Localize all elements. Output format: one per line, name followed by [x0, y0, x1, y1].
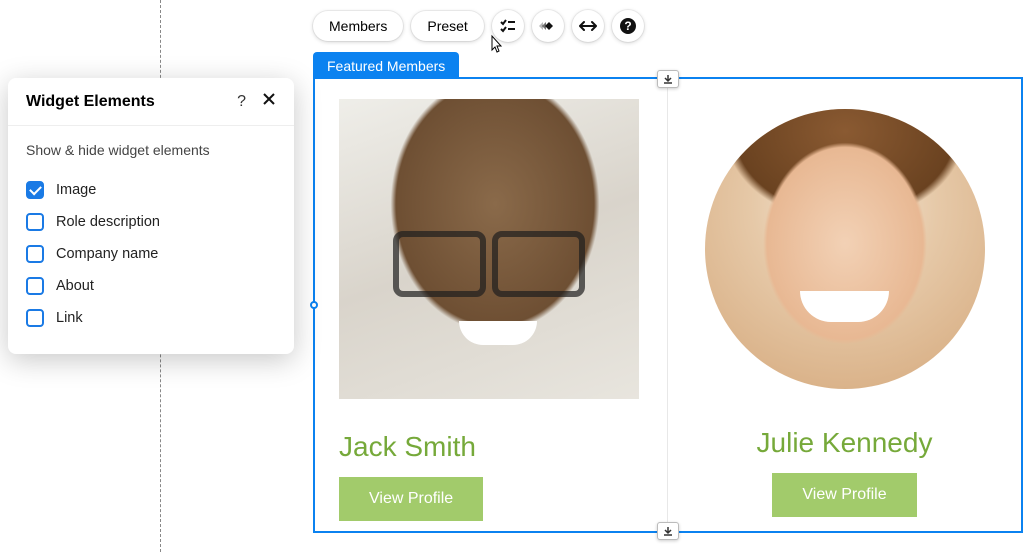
widget-toolbar: Members Preset ? [313, 10, 644, 42]
horizontal-arrows-icon [579, 20, 597, 32]
download-icon [662, 74, 674, 84]
members-button[interactable]: Members [313, 11, 403, 41]
option-company-name[interactable]: Company name [26, 238, 276, 270]
view-profile-button[interactable]: View Profile [339, 477, 483, 521]
animation-button[interactable] [532, 10, 564, 42]
member-name: Julie Kennedy [757, 427, 933, 459]
checkbox-label: About [56, 278, 94, 294]
question-circle-icon: ? [619, 17, 637, 35]
featured-members-widget[interactable]: Jack Smith View Profile Julie Kennedy Vi… [313, 77, 1023, 533]
member-image [339, 99, 639, 399]
checkbox-label: Company name [56, 246, 158, 262]
panel-header: Widget Elements ? [8, 78, 294, 126]
help-button[interactable]: ? [612, 10, 644, 42]
drag-handle-bottom[interactable] [657, 522, 679, 540]
member-card: Julie Kennedy View Profile [668, 79, 1021, 531]
checkbox[interactable] [26, 309, 44, 327]
selection-handle-left[interactable] [310, 301, 318, 309]
checkbox-label: Role description [56, 214, 160, 230]
download-icon [662, 526, 674, 536]
member-name: Jack Smith [339, 431, 476, 463]
checkbox[interactable] [26, 213, 44, 231]
diamond-stack-icon [539, 19, 557, 33]
view-profile-button[interactable]: View Profile [772, 473, 916, 517]
option-link[interactable]: Link [26, 302, 276, 334]
panel-title: Widget Elements [26, 93, 155, 111]
widget-selection-label[interactable]: Featured Members [313, 52, 459, 80]
panel-description: Show & hide widget elements [26, 142, 276, 158]
checkbox[interactable] [26, 181, 44, 199]
panel-close-button[interactable] [262, 92, 276, 111]
list-checkmarks-icon [500, 19, 516, 33]
member-grid: Jack Smith View Profile Julie Kennedy Vi… [315, 79, 1021, 531]
stretch-button[interactable] [572, 10, 604, 42]
svg-text:?: ? [624, 19, 631, 33]
widget-elements-panel: Widget Elements ? Show & hide widget ele… [8, 78, 294, 354]
drag-handle-top[interactable] [657, 70, 679, 88]
preset-button[interactable]: Preset [411, 11, 483, 41]
member-card: Jack Smith View Profile [315, 79, 668, 531]
option-role-description[interactable]: Role description [26, 206, 276, 238]
close-icon [262, 93, 276, 110]
panel-help-button[interactable]: ? [237, 93, 246, 111]
checkbox-label: Link [56, 310, 83, 326]
member-image [705, 109, 985, 389]
option-about[interactable]: About [26, 270, 276, 302]
checkbox[interactable] [26, 277, 44, 295]
option-image[interactable]: Image [26, 174, 276, 206]
checkbox[interactable] [26, 245, 44, 263]
list-settings-button[interactable] [492, 10, 524, 42]
checkbox-label: Image [56, 182, 96, 198]
